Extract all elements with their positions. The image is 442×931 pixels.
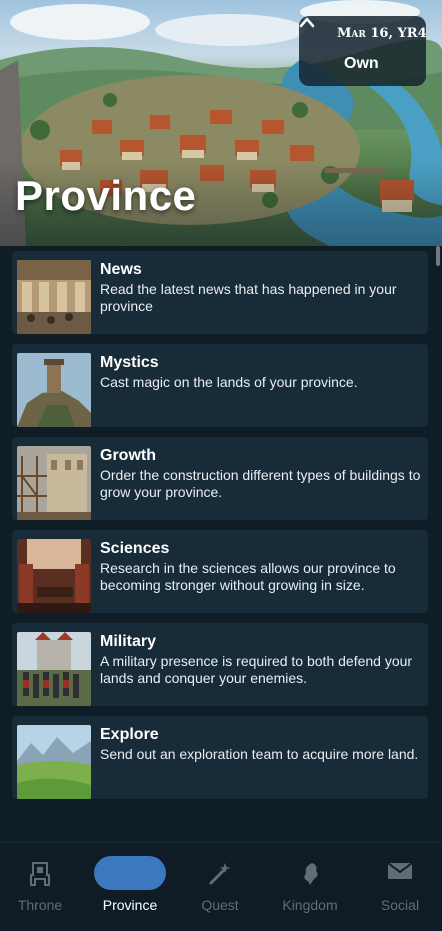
nav-label: Province [102,897,158,913]
quest-icon [176,861,264,887]
nav-label: Kingdom [282,897,338,913]
scrollbar[interactable] [436,246,440,266]
nav-active-indicator [94,856,166,890]
section-title: Sciences [100,540,170,557]
explore-thumbnail [17,725,91,799]
nav-item-quest[interactable]: Quest [176,843,264,931]
province-sections-list: News Read the latest news that has happe… [0,246,442,842]
province-hero-banner: Province Mar 16, YR4 Own [0,0,442,246]
news-thumbnail [17,260,91,334]
section-title: News [100,261,142,278]
chevron-up-icon [299,17,315,28]
military-thumbnail [17,632,91,706]
nav-label: Social [380,897,420,913]
section-title: Mystics [100,354,159,371]
section-title: Explore [100,726,159,743]
nav-item-social[interactable]: Social [356,843,442,931]
growth-thumbnail [17,446,91,520]
section-card-news[interactable]: News Read the latest news that has happe… [12,251,428,334]
section-description: Research in the sciences allows our prov… [100,560,396,593]
kingdom-icon [266,861,354,887]
section-description: Cast magic on the lands of your province… [100,374,358,390]
section-title: Growth [100,447,156,464]
section-description: Send out an exploration team to acquire … [100,746,419,762]
section-card-mystics[interactable]: Mystics Cast magic on the lands of your … [12,344,428,427]
bottom-navigation: Throne Province Quest Kingdom Social [0,842,442,931]
section-card-military[interactable]: Military A military presence is required… [12,623,428,706]
nav-item-throne[interactable]: Throne [0,843,84,931]
section-card-explore[interactable]: Explore Send out an exploration team to … [12,716,428,799]
section-description: Read the latest news that has happened i… [100,281,397,314]
section-card-growth[interactable]: Growth Order the construction different … [12,437,428,520]
page-title: Province [15,172,197,219]
view-mode-label: Own [344,55,379,72]
section-description: Order the construction different types o… [100,467,421,500]
nav-item-kingdom[interactable]: Kingdom [266,843,354,931]
section-title: Military [100,633,157,650]
section-card-sciences[interactable]: Sciences Research in the sciences allows… [12,530,428,613]
throne-icon [0,861,84,887]
nav-label: Quest [201,897,239,913]
date-toggle[interactable]: Mar 16, YR4 Own [299,16,427,86]
social-icon [356,861,442,887]
mystics-thumbnail [17,353,91,427]
sciences-thumbnail [17,539,91,613]
game-date: Mar 16, YR4 [337,26,427,41]
nav-label: Throne [17,897,63,913]
section-description: A military presence is required to both … [100,653,413,686]
